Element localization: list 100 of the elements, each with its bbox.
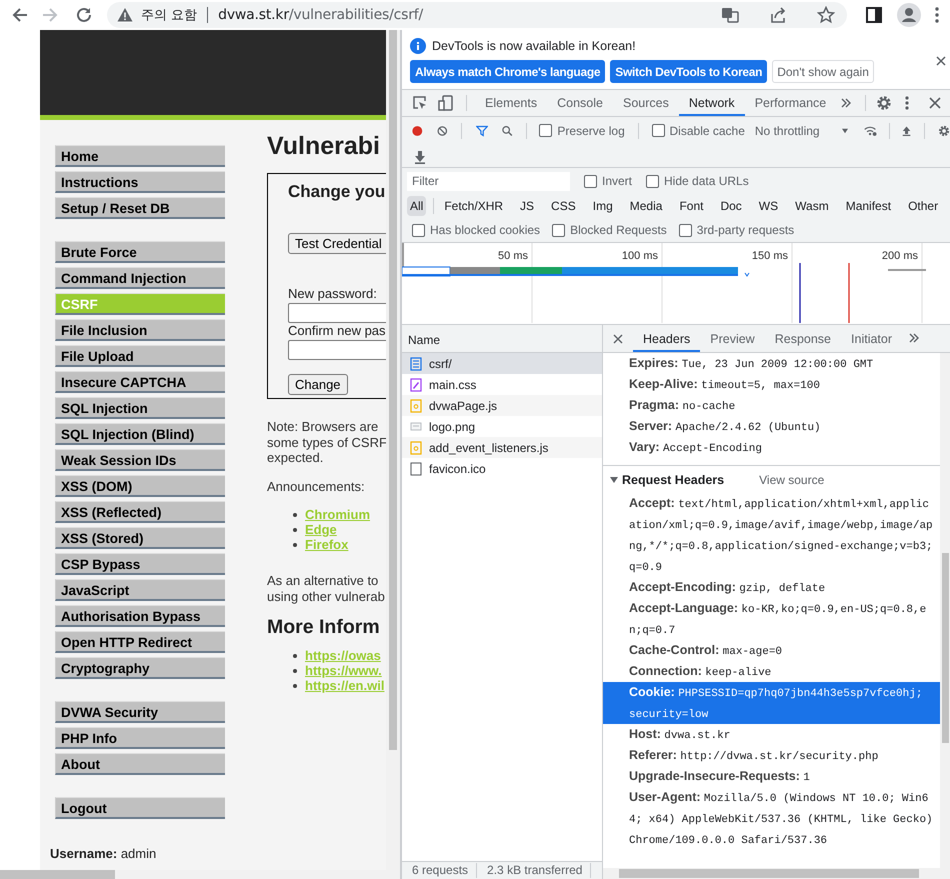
type-filter[interactable]: Other	[905, 196, 942, 216]
menu-item[interactable]: JavaScript	[55, 579, 225, 601]
star-icon[interactable]	[817, 6, 835, 24]
menu-item[interactable]: File Upload	[55, 345, 225, 367]
menu-item[interactable]: CSP Bypass	[55, 553, 225, 575]
view-source-link[interactable]: View source	[759, 472, 824, 486]
type-filter[interactable]: Font	[676, 196, 706, 216]
tab[interactable]: Elements	[475, 90, 548, 116]
tab[interactable]: Performance	[744, 90, 836, 116]
share-icon[interactable]	[769, 6, 787, 24]
warning-icon	[117, 7, 133, 23]
menu-item[interactable]: Instructions	[55, 171, 225, 193]
menu-item[interactable]: XSS (Stored)	[55, 527, 225, 549]
close-icon[interactable]	[936, 56, 946, 66]
type-filter[interactable]: All	[407, 196, 426, 216]
tick-label: 50 ms	[498, 250, 528, 262]
avatar-icon[interactable]	[897, 3, 921, 27]
tab[interactable]: Preview	[700, 326, 765, 352]
bullet-icon	[293, 542, 297, 546]
type-filter[interactable]: Fetch/XHR	[441, 196, 506, 216]
menu-item[interactable]: About	[55, 753, 225, 775]
record-icon[interactable]	[412, 124, 423, 138]
tab[interactable]: Network	[678, 90, 745, 116]
filter-icon[interactable]	[476, 124, 488, 138]
caret-icon[interactable]	[842, 128, 848, 134]
checkbox[interactable]	[552, 224, 566, 236]
close-icon[interactable]	[929, 97, 942, 109]
type-filter[interactable]: Wasm	[792, 196, 832, 216]
type-filter[interactable]: WS	[756, 196, 782, 216]
download-icon[interactable]	[414, 150, 426, 164]
section-title[interactable]: Request Headers	[622, 472, 724, 486]
type-filter[interactable]: CSS	[548, 196, 579, 216]
settings-icon[interactable]	[876, 95, 892, 111]
tab[interactable]: Console	[547, 90, 613, 116]
menu-item[interactable]: Brute Force	[55, 241, 225, 263]
change-button[interactable]: Change	[288, 374, 348, 395]
checkbox[interactable]	[412, 224, 425, 236]
expand-icon[interactable]	[609, 474, 619, 484]
menu-item[interactable]: Home	[55, 145, 225, 167]
inspect-icon[interactable]	[412, 95, 428, 111]
tab[interactable]: Sources	[612, 90, 679, 116]
infobar-button[interactable]: Always match Chrome's language	[410, 60, 606, 83]
request-row[interactable]: logo.png	[402, 416, 602, 437]
bullet-icon	[293, 654, 297, 658]
menu-item[interactable]: Open HTTP Redirect	[55, 631, 225, 653]
menu-item[interactable]: SQL Injection	[55, 397, 225, 419]
throttling-dropdown[interactable]: No throttling	[754, 124, 820, 138]
menu-icon[interactable]	[935, 7, 939, 23]
search-icon[interactable]	[502, 124, 513, 138]
checkbox[interactable]	[652, 124, 665, 137]
checkbox[interactable]	[646, 174, 660, 188]
type-filter[interactable]: Manifest	[842, 196, 894, 216]
menu-item[interactable]: XSS (Reflected)	[55, 501, 225, 523]
device-icon[interactable]	[438, 95, 454, 111]
menu-item[interactable]: DVWA Security	[55, 701, 225, 723]
close-icon[interactable]	[613, 334, 623, 344]
security-label[interactable]: 주의 요함	[141, 6, 198, 24]
request-row[interactable]: favicon.ico	[402, 458, 602, 479]
menu-item[interactable]: Insecure CAPTCHA	[55, 371, 225, 393]
request-row[interactable]: csrf/	[402, 353, 602, 374]
infobar-button[interactable]: Switch DevTools to Korean	[610, 60, 768, 83]
menu-item[interactable]: XSS (DOM)	[55, 475, 225, 497]
side-panel-icon[interactable]	[866, 7, 882, 23]
menu-item[interactable]: SQL Injection (Blind)	[55, 423, 225, 445]
tab[interactable]: Initiator	[841, 326, 902, 352]
checkbox-label: Blocked Requests	[570, 223, 667, 237]
network-conditions-icon[interactable]	[864, 124, 878, 138]
checkbox[interactable]	[678, 224, 692, 236]
clear-icon[interactable]	[436, 124, 448, 138]
menu-item[interactable]: Command Injection	[55, 267, 225, 289]
menu-item[interactable]: Logout	[55, 797, 225, 819]
checkbox-label: Disable cache	[670, 124, 745, 138]
test-credentials-button[interactable]: Test Credential	[288, 233, 386, 254]
menu-item[interactable]: Setup / Reset DB	[55, 197, 225, 219]
type-filter[interactable]: Img	[590, 196, 616, 216]
type-filter[interactable]: Doc	[717, 196, 745, 216]
tab[interactable]: Headers	[633, 326, 700, 352]
menu-item[interactable]: Cryptography	[55, 657, 225, 679]
request-row[interactable]: dvwaPage.js	[402, 395, 602, 416]
more-tabs-icon[interactable]	[840, 97, 852, 109]
reload-icon[interactable]	[75, 6, 93, 24]
menu-item[interactable]: File Inclusion	[55, 319, 225, 341]
back-icon[interactable]	[11, 6, 29, 24]
more-options-icon[interactable]	[905, 96, 910, 110]
tab[interactable]: Response	[764, 326, 842, 352]
checkbox[interactable]	[539, 124, 552, 137]
upload-icon[interactable]	[902, 124, 912, 138]
menu-item[interactable]: Authorisation Bypass	[55, 605, 225, 627]
checkbox[interactable]	[584, 174, 597, 188]
menu-item[interactable]: Weak Session IDs	[55, 449, 225, 471]
request-row[interactable]: add_event_listeners.js	[402, 437, 602, 458]
type-filter[interactable]: Media	[626, 196, 666, 216]
type-filter[interactable]: JS	[517, 196, 538, 216]
translate-icon[interactable]	[721, 6, 739, 24]
more-tabs-icon[interactable]	[908, 332, 920, 344]
image-icon	[410, 420, 422, 434]
filter-field[interactable]: Filter	[407, 172, 570, 190]
infobar-button[interactable]: Don't show again	[772, 60, 874, 83]
menu-item[interactable]: PHP Info	[55, 727, 225, 749]
request-row[interactable]: main.css	[402, 374, 602, 395]
